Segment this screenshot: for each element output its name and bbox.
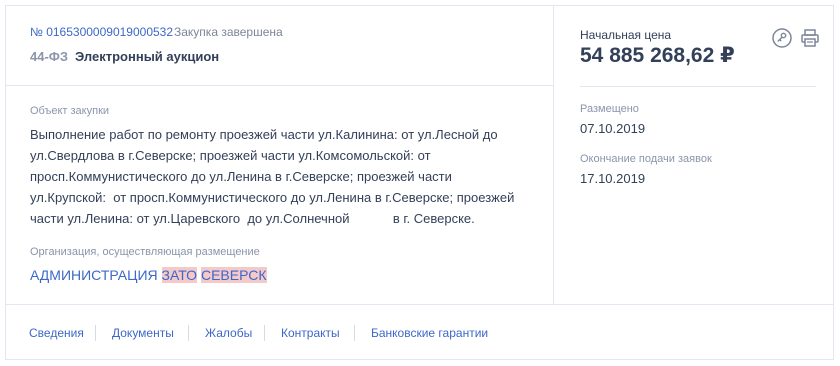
purchase-status: Закупка завершена: [174, 25, 283, 39]
deadline-label: Окончание подачи заявок: [580, 153, 712, 165]
price-label: Начальная цена: [580, 28, 672, 42]
tab-bank-guarantees[interactable]: Банковские гарантии: [371, 326, 488, 340]
purchase-header: № 0165300009019000532 Закупка завершена …: [6, 6, 554, 86]
procedure-type: Электронный аукцион: [75, 49, 220, 64]
tab-divider: [264, 325, 265, 341]
deadline-date: 17.10.2019: [580, 171, 646, 186]
highlighted-term: ЗАТО: [161, 267, 198, 283]
tab-contracts[interactable]: Контракты: [281, 326, 340, 340]
organization-name-part: АДМИНИСТРАЦИЯ: [30, 267, 158, 283]
tab-documents[interactable]: Документы: [112, 326, 174, 340]
price-section: Начальная цена 54 885 268,62 ₽ Размещено…: [554, 6, 833, 304]
purchase-card: № 0165300009019000532 Закупка завершена …: [5, 5, 834, 360]
placed-date: 07.10.2019: [580, 121, 646, 136]
law-badge: 44-ФЗ: [30, 49, 69, 64]
organization-label: Организация, осуществляющая размещение: [30, 246, 260, 258]
tab-info[interactable]: Сведения: [29, 326, 84, 340]
object-label: Объект закупки: [30, 105, 110, 117]
tab-divider: [95, 325, 96, 341]
registry-number-link[interactable]: № 0165300009019000532: [30, 25, 173, 39]
object-description: Выполнение работ по ремонту проезжей час…: [30, 127, 515, 226]
initial-price: 54 885 268,62 ₽: [580, 44, 735, 67]
purchase-main-section: № 0165300009019000532 Закупка завершена …: [6, 6, 554, 304]
divider: [580, 86, 816, 87]
key-icon[interactable]: [771, 27, 793, 49]
tab-complaints[interactable]: Жалобы: [205, 326, 252, 340]
organization-link[interactable]: АДМИНИСТРАЦИЯ ЗАТО СЕВЕРСК: [30, 267, 267, 283]
printer-icon[interactable]: [799, 27, 821, 49]
tab-divider: [188, 325, 189, 341]
card-tabs: Сведения Документы Жалобы Контракты Банк…: [6, 304, 833, 359]
placed-label: Размещено: [580, 103, 639, 115]
highlighted-term: СЕВЕРСК: [200, 267, 267, 283]
tab-divider: [354, 325, 355, 341]
